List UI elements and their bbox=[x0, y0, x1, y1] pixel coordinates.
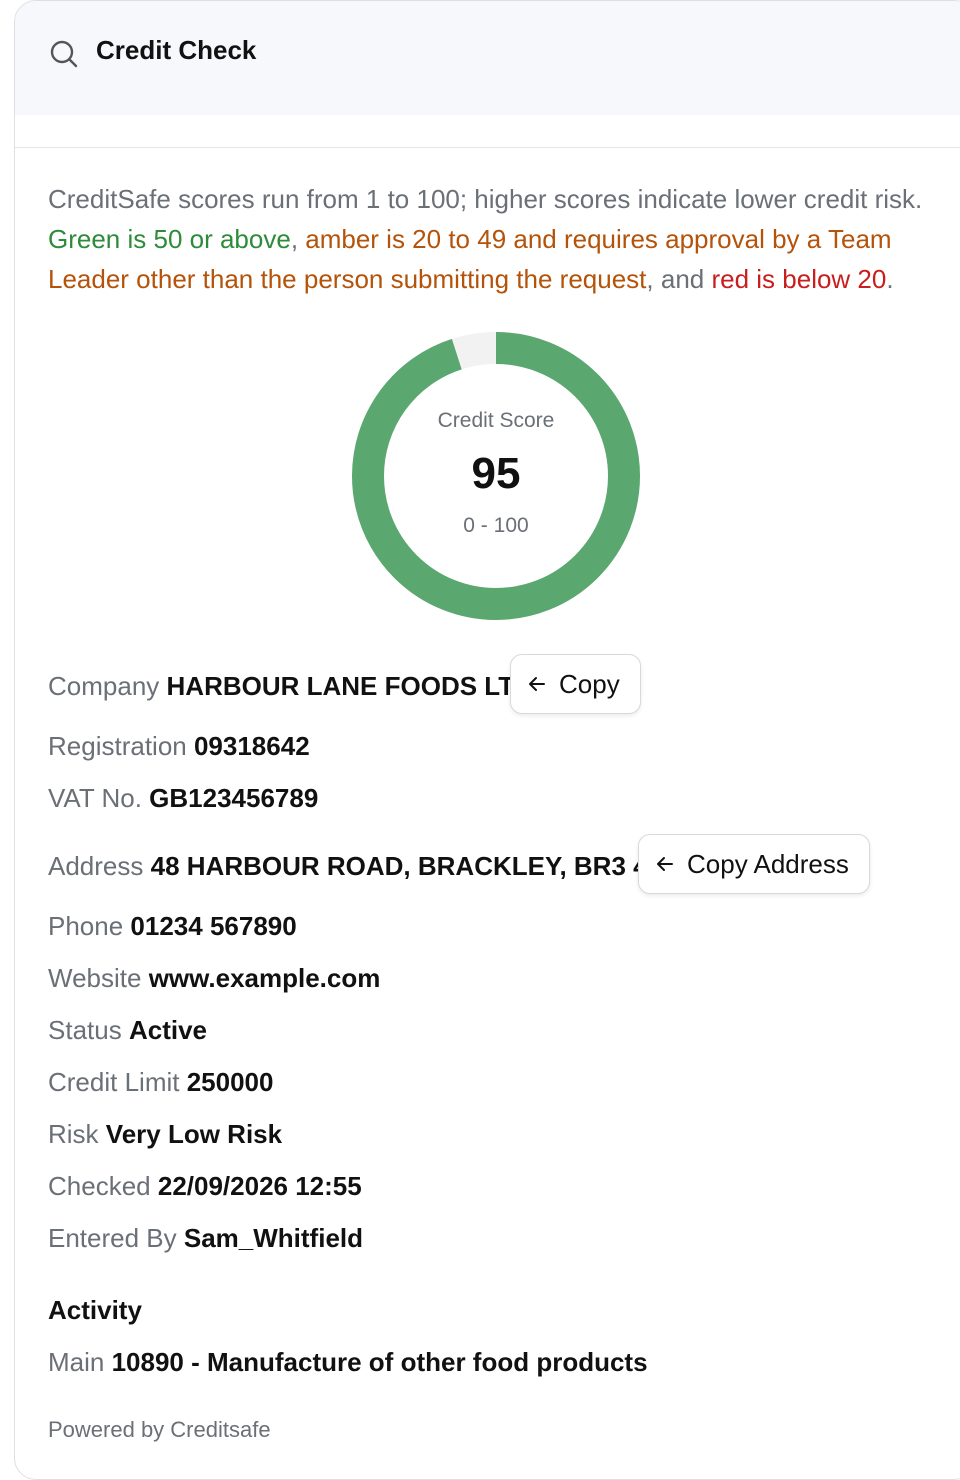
activity-main-label: Main bbox=[48, 1347, 105, 1377]
credit-limit-value: 250000 bbox=[186, 1067, 274, 1097]
intro-separator: , bbox=[290, 224, 306, 254]
vat-value: GB123456789 bbox=[149, 783, 319, 813]
intro-end: . bbox=[886, 264, 894, 294]
divider bbox=[15, 147, 960, 148]
page-title: Credit Check bbox=[96, 35, 257, 65]
credit-limit-label: Credit Limit bbox=[48, 1067, 180, 1097]
activity-heading: Activity bbox=[48, 1295, 142, 1325]
risk-value: Very Low Risk bbox=[105, 1119, 283, 1149]
search-icon[interactable] bbox=[49, 39, 79, 69]
address-value: 48 HARBOUR ROAD, BRACKLEY, BR3 4EF bbox=[150, 851, 681, 881]
red-threshold-text: red is below 20 bbox=[711, 264, 887, 294]
card-header: Credit Check bbox=[15, 1, 960, 115]
entered-by-row: Entered By Sam_Whitfield bbox=[48, 1223, 363, 1254]
activity-main-row: Main 10890 - Manufacture of other food p… bbox=[48, 1347, 648, 1378]
website-label: Website bbox=[48, 963, 142, 993]
company-label: Company bbox=[48, 671, 160, 701]
entered-by-label: Entered By bbox=[48, 1223, 177, 1253]
credit-score-value: 95 bbox=[471, 449, 521, 498]
registration-label: Registration bbox=[48, 731, 187, 761]
website-value: www.example.com bbox=[148, 963, 381, 993]
copy-button-label: Copy bbox=[559, 668, 620, 699]
intro-text: CreditSafe scores run from 1 to 100; hig… bbox=[48, 184, 923, 214]
address-label: Address bbox=[48, 851, 144, 881]
company-row: Company HARBOUR LANE FOODS LTD bbox=[48, 671, 533, 702]
green-threshold-text: Green is 50 or above bbox=[48, 224, 291, 254]
status-label: Status bbox=[48, 1015, 122, 1045]
entered-by-value: Sam_Whitfield bbox=[183, 1223, 364, 1253]
checked-label: Checked bbox=[48, 1171, 151, 1201]
phone-label: Phone bbox=[48, 911, 124, 941]
website-row: Website www.example.com bbox=[48, 963, 380, 994]
arrow-left-icon bbox=[657, 857, 673, 871]
vat-row: VAT No. GB123456789 bbox=[48, 783, 318, 814]
score-explanation: CreditSafe scores run from 1 to 100; hig… bbox=[48, 179, 948, 299]
activity-main-value: 10890 - Manufacture of other food produc… bbox=[111, 1347, 648, 1377]
status-row: Status Active bbox=[48, 1015, 207, 1046]
credit-limit-row: Credit Limit 250000 bbox=[48, 1067, 273, 1098]
copy-company-button[interactable]: Copy bbox=[510, 654, 641, 714]
credit-check-card: Credit Check CreditSafe scores run from … bbox=[14, 0, 960, 1480]
gauge-caption: Credit Score bbox=[437, 409, 555, 432]
registration-row: Registration 09318642 bbox=[48, 731, 310, 762]
powered-by-footer: Powered by Creditsafe bbox=[48, 1417, 271, 1442]
gauge-range: 0 - 100 bbox=[463, 514, 529, 537]
copy-address-label: Copy Address bbox=[687, 848, 849, 879]
credit-score-gauge: Credit Score 95 0 - 100 bbox=[351, 331, 641, 621]
risk-label: Risk bbox=[48, 1119, 99, 1149]
registration-value: 09318642 bbox=[193, 731, 310, 761]
phone-value: 01234 567890 bbox=[130, 911, 297, 941]
arrow-left-icon bbox=[529, 677, 545, 691]
address-row: Address 48 HARBOUR ROAD, BRACKLEY, BR3 4… bbox=[48, 851, 681, 882]
vat-label: VAT No. bbox=[48, 783, 142, 813]
phone-row: Phone 01234 567890 bbox=[48, 911, 297, 942]
intro-separator: , and bbox=[646, 264, 712, 294]
copy-address-button[interactable]: Copy Address bbox=[638, 834, 870, 894]
risk-row: Risk Very Low Risk bbox=[48, 1119, 282, 1150]
status-value: Active bbox=[128, 1015, 207, 1045]
checked-row: Checked 22/09/2026 12:55 bbox=[48, 1171, 362, 1202]
company-value: HARBOUR LANE FOODS LTD bbox=[166, 671, 533, 701]
checked-value: 22/09/2026 12:55 bbox=[157, 1171, 362, 1201]
